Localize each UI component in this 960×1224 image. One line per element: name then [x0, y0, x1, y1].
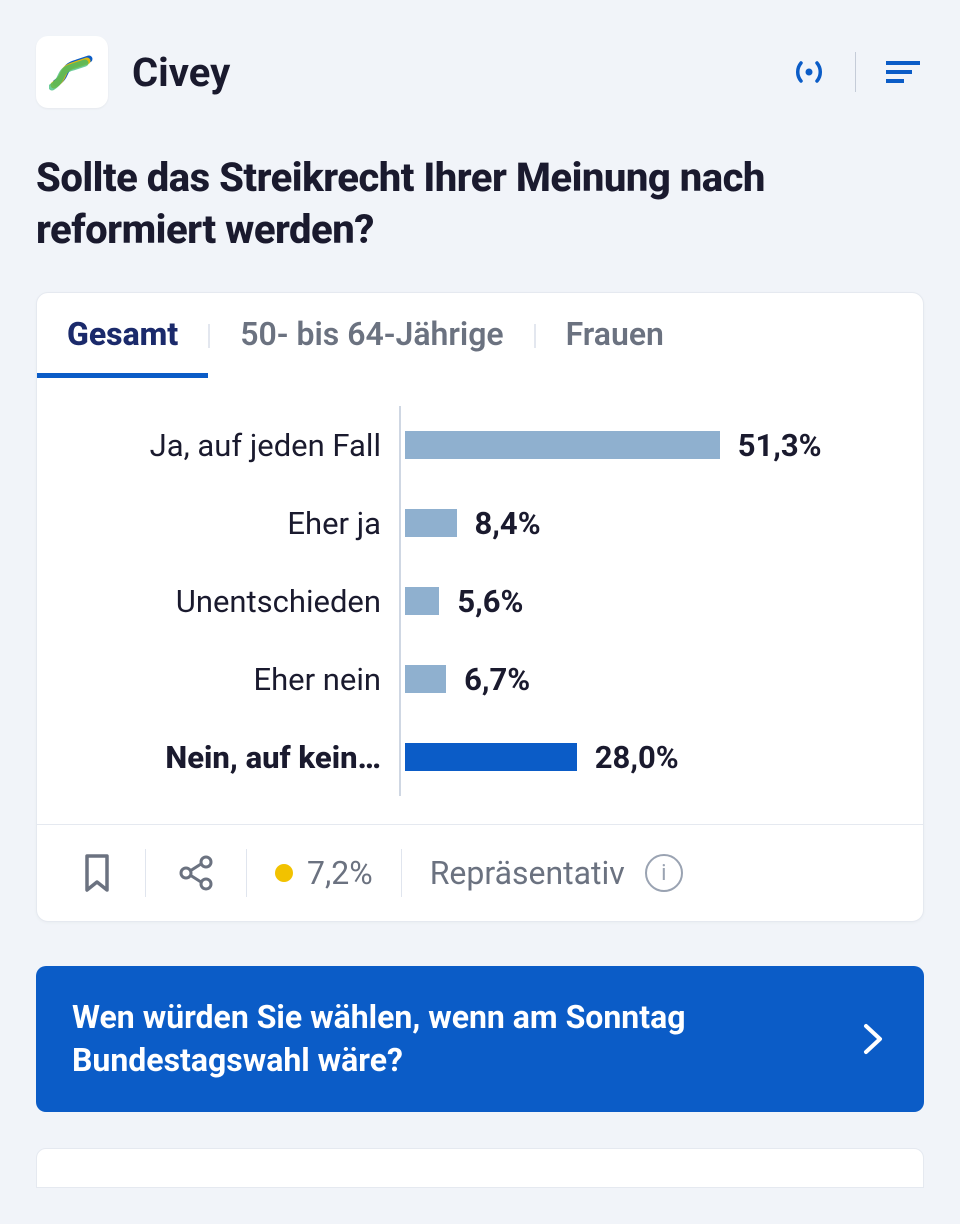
meta-separator	[401, 849, 402, 897]
chart-row: Ja, auf jeden Fall 51,3%	[37, 406, 883, 484]
chart-bar	[405, 743, 577, 771]
info-icon: i	[645, 854, 683, 892]
results-chart: Ja, auf jeden Fall 51,3% Eher ja 8,4% Unents…	[37, 378, 923, 824]
brand[interactable]: Civey	[36, 36, 230, 108]
chart-bar	[405, 587, 439, 615]
chart-row-label: Ja, auf jeden Fall	[37, 427, 399, 464]
brand-name: Civey	[132, 49, 230, 96]
chart-row-label: Nein, auf kein…	[37, 739, 399, 776]
chart-row: Unentschieden 5,6%	[37, 562, 883, 640]
chart-value: 5,6%	[457, 583, 523, 620]
status-dot-icon	[275, 864, 293, 882]
civey-logo-icon	[49, 49, 95, 95]
representative-indicator[interactable]: Repräsentativ i	[430, 854, 683, 892]
tab-gesamt[interactable]: Gesamt	[37, 293, 208, 378]
chevron-right-icon	[858, 1016, 888, 1062]
chart-row: Eher ja 8,4%	[37, 484, 883, 562]
chart-row-barzone: 5,6%	[399, 562, 883, 640]
chart-row-barzone: 28,0%	[399, 718, 883, 796]
meta-separator	[145, 849, 146, 897]
widget-header: Civey	[36, 36, 924, 108]
meta-separator	[246, 849, 247, 897]
chart-row-barzone: 51,3%	[399, 406, 883, 484]
tab-frauen[interactable]: Frauen	[536, 293, 694, 378]
segment-tabs: Gesamt 50- bis 64-Jährige Frauen	[37, 293, 923, 378]
chart-row: Nein, auf kein… 28,0%	[37, 718, 883, 796]
tab-age-50-64[interactable]: 50- bis 64-Jährige	[210, 293, 533, 378]
chart-row-barzone: 6,7%	[399, 640, 883, 718]
share-icon[interactable]	[174, 851, 218, 895]
chart-row-label: Eher ja	[37, 505, 399, 542]
error-margin-value: 7,2%	[307, 854, 373, 892]
chart-row-label: Unentschieden	[37, 583, 399, 620]
results-card: Gesamt 50- bis 64-Jährige Frauen Ja, auf…	[36, 292, 924, 922]
chart-value: 28,0%	[595, 739, 679, 776]
chart-value: 8,4%	[475, 505, 541, 542]
next-question-text: Wen würden Sie wählen, wenn am Sonntag B…	[72, 996, 834, 1082]
poll-question: Sollte das Streikrecht Ihrer Meinung nac…	[36, 152, 924, 256]
chart-value: 51,3%	[738, 427, 822, 464]
header-divider	[855, 52, 856, 92]
brand-logo	[36, 36, 108, 108]
error-margin-indicator[interactable]: 7,2%	[275, 854, 373, 892]
chart-value: 6,7%	[464, 661, 530, 698]
chart-bar	[405, 665, 446, 693]
chart-row-barzone: 8,4%	[399, 484, 883, 562]
live-icon[interactable]	[787, 50, 831, 94]
chart-bar	[405, 431, 720, 459]
header-actions	[787, 50, 924, 94]
chart-row: Eher nein 6,7%	[37, 640, 883, 718]
next-question-banner[interactable]: Wen würden Sie wählen, wenn am Sonntag B…	[36, 966, 924, 1112]
bookmark-icon[interactable]	[77, 850, 117, 896]
chart-row-label: Eher nein	[37, 661, 399, 698]
results-icon[interactable]	[880, 50, 924, 94]
representative-label: Repräsentativ	[430, 854, 625, 892]
chart-bar	[405, 509, 457, 537]
next-card-stub	[36, 1148, 924, 1188]
results-meta: 7,2% Repräsentativ i	[37, 824, 923, 921]
